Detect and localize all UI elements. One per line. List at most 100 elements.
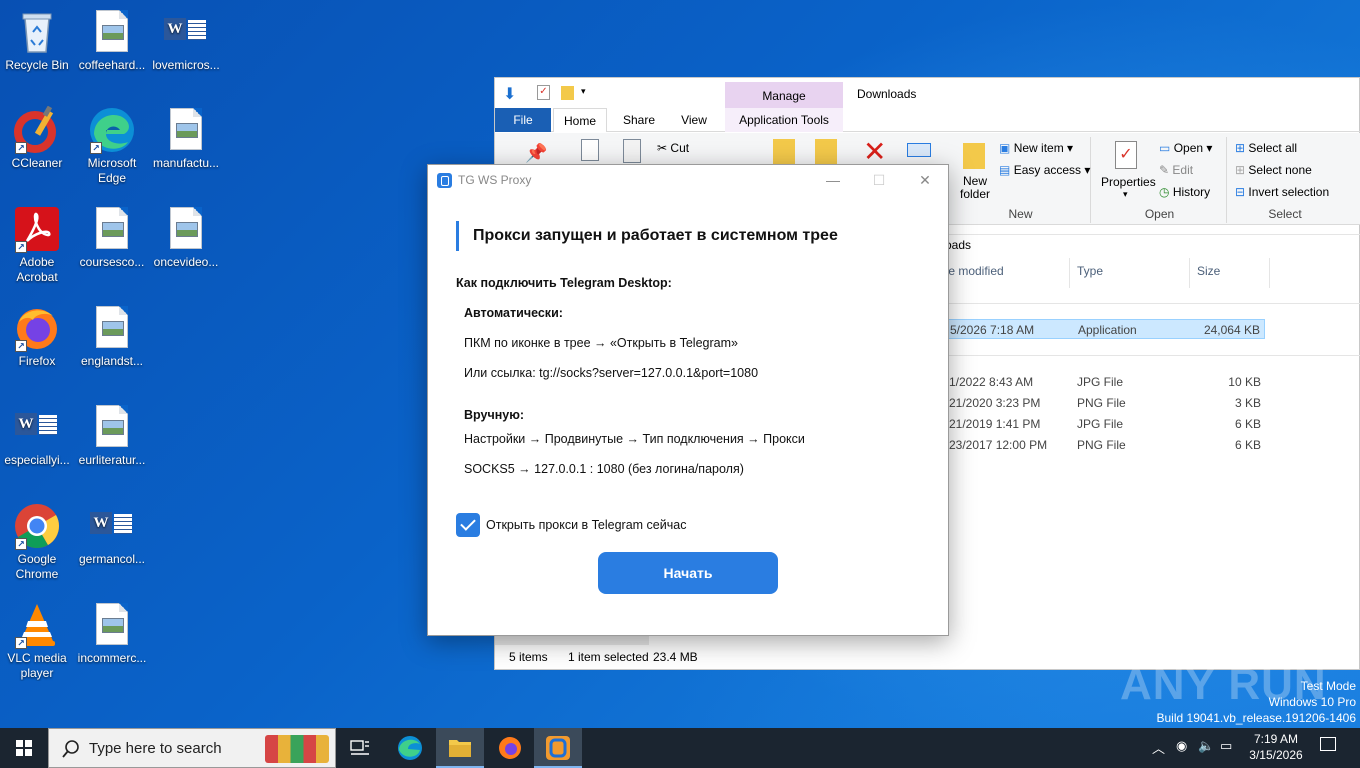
file-size: 24,064 KB: [1203, 323, 1260, 337]
group-divider: [945, 303, 1360, 304]
desktop-icon-label: germancol...: [78, 552, 146, 566]
clock[interactable]: 7:19 AM 3/15/2026: [1244, 731, 1308, 763]
show-hidden-icons-icon[interactable]: ︿: [1152, 738, 1165, 757]
ribbon-group-open: ✓ Properties ▾ ▭ Open ▾ ✎ Edit ◷ History…: [1093, 137, 1227, 223]
network-icon[interactable]: ▭: [1220, 738, 1232, 754]
edit-icon: ✎: [1159, 163, 1170, 177]
start-menu-button[interactable]: [0, 728, 48, 768]
taskbar-file-explorer[interactable]: [436, 728, 484, 768]
volume-icon[interactable]: 🔈: [1198, 738, 1214, 754]
tab-view[interactable]: View: [671, 108, 717, 132]
tg-ws-proxy-dialog[interactable]: TG WS Proxy — ☐ ✕ Прокси запущен и работ…: [427, 164, 949, 636]
desktop-icon-manufactu[interactable]: manufactu...: [149, 106, 223, 171]
column-header-date[interactable]: te modified: [945, 264, 1004, 278]
open-button[interactable]: ▭ Open ▾: [1159, 141, 1212, 155]
pin-icon[interactable]: 📌: [525, 143, 547, 164]
desktop-icon-lovemicros[interactable]: W lovemicros...: [149, 8, 223, 73]
tab-home[interactable]: Home: [553, 108, 607, 132]
invert-selection-icon: ⊟: [1235, 185, 1246, 199]
desktop-icon-label: Recycle Bin: [5, 58, 69, 72]
desktop-icon-label: VLC media player: [7, 651, 67, 680]
file-row[interactable]: 5/2026 7:18 AM Application 24,064 KB: [945, 319, 1265, 339]
new-item-icon: ▣: [999, 141, 1011, 155]
desktop-icon-adobe-acrobat[interactable]: ↗ Adobe Acrobat: [0, 205, 74, 285]
taskbar-firefox[interactable]: [486, 728, 534, 768]
file-row[interactable]: 21/2020 3:23 PM PNG File 3 KB: [945, 393, 1265, 413]
how-to-connect-label: Как подключить Telegram Desktop:: [456, 276, 672, 290]
new-folder-button[interactable]: New folder: [959, 175, 991, 201]
select-none-icon: ⊞: [1235, 163, 1246, 177]
manual-instruction-1: Настройки → Продвинутые → Тип подключени…: [464, 432, 805, 446]
edit-button[interactable]: ✎ Edit: [1159, 163, 1193, 177]
camera-icon[interactable]: ◉: [1176, 738, 1187, 754]
dialog-title-bar[interactable]: TG WS Proxy — ☐ ✕: [428, 165, 948, 195]
select-none-button[interactable]: ⊞ Select none: [1235, 163, 1312, 177]
move-to-icon[interactable]: [773, 139, 795, 165]
taskbar-search-box[interactable]: Type here to search: [48, 728, 336, 768]
file-row[interactable]: 23/2017 12:00 PM PNG File 6 KB: [945, 435, 1265, 455]
desktop-icon-oncevideo[interactable]: oncevideo...: [149, 205, 223, 270]
start-button[interactable]: Начать: [598, 552, 778, 594]
desktop-icon-label: oncevideo...: [153, 255, 219, 269]
desktop-icon-vlc[interactable]: ↗ VLC media player: [0, 601, 74, 681]
properties-dropdown-icon[interactable]: ▾: [1123, 189, 1128, 200]
desktop-icon-coffeehard[interactable]: coffeehard...: [75, 8, 149, 73]
open-in-telegram-label[interactable]: Открыть прокси в Telegram сейчас: [486, 518, 686, 532]
history-button[interactable]: ◷ History: [1159, 185, 1210, 199]
desktop-icon-label: Google Chrome: [15, 552, 59, 581]
copy-to-icon[interactable]: [815, 139, 837, 165]
tab-share[interactable]: Share: [615, 108, 663, 132]
desktop-icon-incommerc[interactable]: incommerc...: [75, 601, 149, 666]
folder-icon[interactable]: [561, 86, 574, 100]
invert-selection-button[interactable]: ⊟ Invert selection: [1235, 185, 1329, 199]
system-tray: ︿ ◉ 🔈 ▭ 7:19 AM 3/15/2026: [1148, 728, 1360, 768]
desktop-icon-especially[interactable]: W especiallyi...: [0, 403, 74, 468]
search-icon: [62, 740, 79, 758]
word-document-icon: W: [13, 403, 61, 451]
properties-icon[interactable]: ✓: [1115, 141, 1137, 169]
adobe-acrobat-icon: ↗: [13, 205, 61, 253]
desktop-icon-coursesco[interactable]: coursesco...: [75, 205, 149, 270]
ccleaner-icon: ↗: [13, 105, 61, 154]
tab-file[interactable]: File: [495, 108, 551, 132]
rename-icon[interactable]: [907, 143, 931, 157]
close-button[interactable]: ✕: [902, 165, 948, 195]
properties-check-icon[interactable]: ✓: [537, 85, 550, 100]
copy-icon[interactable]: [581, 139, 599, 161]
properties-button[interactable]: Properties: [1101, 175, 1156, 189]
new-item-button[interactable]: ▣ New item ▾: [999, 141, 1073, 155]
file-row[interactable]: 21/2019 1:41 PM JPG File 6 KB: [945, 414, 1265, 434]
desktop-icon-germancol[interactable]: W germancol...: [75, 502, 149, 567]
down-arrow-icon[interactable]: ⬇: [503, 84, 516, 104]
file-size: 10 KB: [1228, 375, 1261, 389]
dialog-title: TG WS Proxy: [458, 173, 532, 187]
desktop-icon-ccleaner[interactable]: ↗ CCleaner: [0, 105, 74, 171]
desktop-icon-microsoft-edge[interactable]: ↗ Microsoft Edge: [75, 106, 149, 186]
column-header-type[interactable]: Type: [1077, 264, 1103, 278]
image-file-icon: [88, 304, 136, 352]
select-all-button[interactable]: ⊞ Select all: [1235, 141, 1297, 155]
desktop-icon-firefox[interactable]: ↗ Firefox: [0, 304, 74, 369]
cut-button[interactable]: ✂ Cut: [657, 141, 689, 155]
column-header-size[interactable]: Size: [1197, 264, 1220, 278]
taskbar-tg-ws-proxy[interactable]: [534, 728, 582, 768]
taskbar-edge[interactable]: [386, 728, 434, 768]
desktop-icon-google-chrome[interactable]: ↗ Google Chrome: [0, 502, 74, 582]
tab-application-tools[interactable]: Application Tools: [725, 108, 843, 132]
desktop-icon-label: manufactu...: [152, 156, 220, 170]
file-row[interactable]: 1/2022 8:43 AM JPG File 10 KB: [945, 372, 1265, 392]
open-in-telegram-checkbox[interactable]: [456, 513, 480, 537]
customize-dropdown-icon[interactable]: ▾: [581, 86, 586, 97]
address-bar[interactable]: oads: [945, 234, 1360, 254]
notifications-icon[interactable]: [1320, 737, 1336, 751]
desktop-icon-recycle-bin[interactable]: Recycle Bin: [0, 8, 74, 73]
minimize-button[interactable]: —: [810, 165, 856, 195]
new-folder-icon[interactable]: [963, 143, 985, 169]
task-view-button[interactable]: [336, 728, 384, 768]
desktop-icon-eurliteratur[interactable]: eurliteratur...: [75, 403, 149, 468]
maximize-button[interactable]: ☐: [856, 165, 902, 195]
paste-icon[interactable]: [623, 139, 641, 163]
file-type: PNG File: [1077, 396, 1126, 410]
easy-access-button[interactable]: ▤ Easy access ▾: [999, 163, 1090, 177]
desktop-icon-englandst[interactable]: englandst...: [75, 304, 149, 369]
